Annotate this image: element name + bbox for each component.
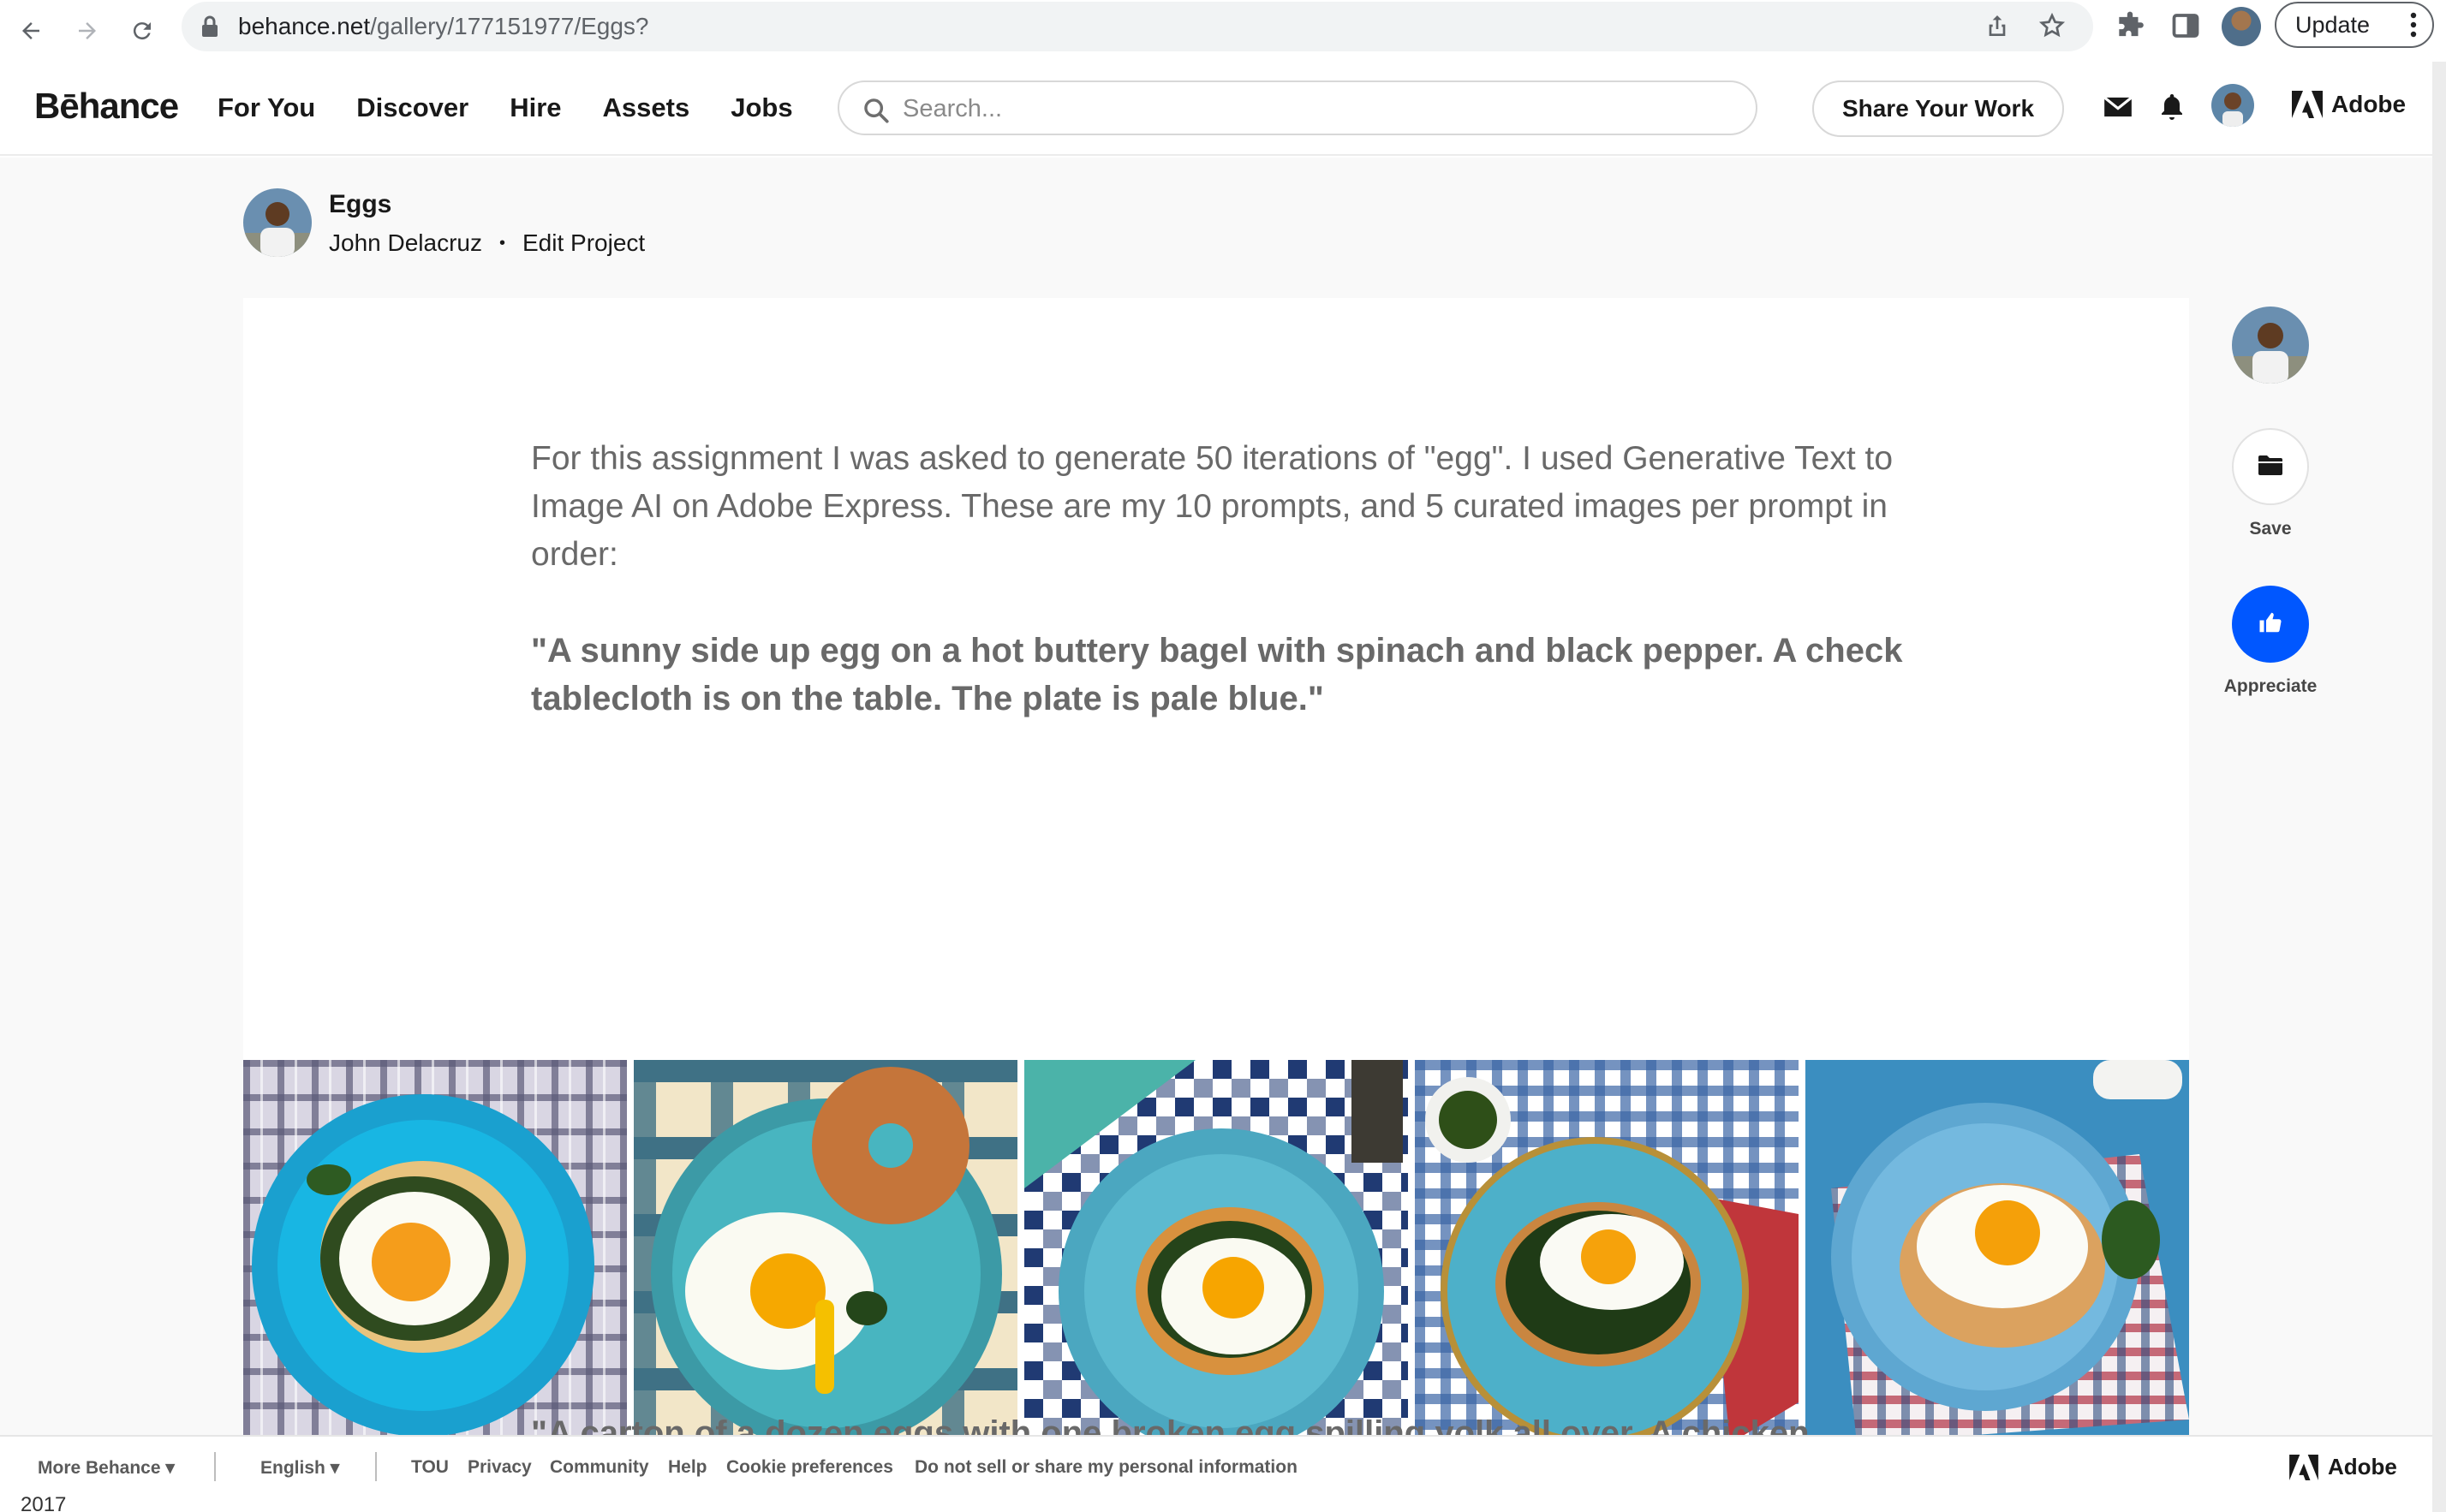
nav-discover[interactable]: Discover [356,92,468,123]
search-box [838,80,1757,135]
adobe-logo[interactable]: Adobe [2292,91,2406,118]
nav-assets[interactable]: Assets [603,92,690,123]
url-text: behance.net/gallery/177151977/Eggs? [238,13,649,39]
more-behance-menu[interactable]: More Behance ▾ [38,1457,175,1479]
update-label: Update [2295,11,2371,38]
image-row [243,1060,2189,1435]
adobe-label: Adobe [2331,91,2407,117]
site-header: Bēhance For You Discover Hire Assets Job… [0,62,2432,156]
owner-name-link[interactable]: John Delacruz [329,229,482,257]
thumbs-up-icon [2258,610,2283,640]
footer-divider [214,1452,216,1481]
footer-link-cookie-preferences[interactable]: Cookie preferences [726,1457,893,1478]
footer-divider [375,1452,377,1481]
more-behance-label: More Behance [38,1458,161,1478]
reload-icon[interactable] [120,9,164,53]
adjacent-window-edge [2432,62,2446,1512]
browser-toolbar: behance.net/gallery/177151977/Eggs? Upda… [0,0,2446,62]
update-button[interactable]: Update [2275,2,2434,48]
appreciate-button[interactable] [2232,586,2309,663]
project-title: Eggs [329,190,392,218]
footer-link-help[interactable]: Help [668,1457,707,1478]
nav-jobs[interactable]: Jobs [731,92,792,123]
messages-icon[interactable] [2102,91,2136,125]
caret-down-icon: ▾ [165,1458,175,1478]
prompt-heading: "A sunny side up egg on a hot buttery ba… [531,632,1903,717]
footer-link-tou[interactable]: TOU [411,1457,449,1478]
share-your-work-button[interactable]: Share Your Work [1812,80,2064,137]
extensions-icon[interactable] [2114,10,2148,45]
notifications-bell-icon[interactable] [2157,91,2191,125]
footer-adobe-logo[interactable]: Adobe [2288,1454,2397,1480]
behance-logo[interactable]: Bēhance [34,86,179,127]
folder-icon [2258,454,2283,480]
main-nav: For You Discover Hire Assets Jobs [218,92,793,123]
nav-hire[interactable]: Hire [510,92,561,123]
egg-image-3[interactable] [1024,1060,1408,1435]
address-bar[interactable]: behance.net/gallery/177151977/Eggs? [182,2,2093,51]
save-label: Save [2249,519,2292,539]
footer-link-do-not-sell[interactable]: Do not sell or share my personal informa… [915,1457,1298,1478]
save-button[interactable] [2232,428,2309,505]
background-window-text: 2017 [21,1493,67,1512]
more-menu-icon[interactable] [2410,12,2417,44]
caret-down-icon: ▾ [330,1458,340,1478]
edit-project-link[interactable]: Edit Project [522,229,645,257]
project-page: Eggs John Delacruz • Edit Project For th… [0,158,2432,1435]
footer-link-community[interactable]: Community [550,1457,649,1478]
side-panel-icon[interactable] [2170,10,2204,45]
forward-icon[interactable] [65,9,110,53]
search-input[interactable] [903,91,1725,127]
footer-link-privacy[interactable]: Privacy [468,1457,532,1478]
egg-image-1[interactable] [243,1060,627,1435]
search-icon [862,96,891,129]
rail-owner-avatar[interactable] [2232,307,2309,384]
back-icon[interactable] [9,9,53,53]
footer-bar: More Behance ▾ English ▾ TOU Privacy Com… [0,1435,2432,1497]
appreciate-label: Appreciate [2223,676,2318,696]
prompt-heading-2: "A carton of a dozen eggs with one broke… [531,1414,1810,1435]
project-description: For this assignment I was asked to gener… [531,440,1894,573]
language-label: English [260,1458,325,1478]
egg-image-5[interactable] [1805,1060,2189,1435]
bookmark-star-icon[interactable] [2038,12,2067,41]
language-menu[interactable]: English ▾ [260,1457,339,1479]
browser-profile-avatar[interactable] [2222,7,2261,46]
share-page-icon[interactable] [1984,12,2013,41]
footer-adobe-label: Adobe [2328,1454,2397,1479]
egg-image-4[interactable] [1415,1060,1799,1435]
lock-icon [200,15,219,43]
egg-image-2[interactable] [634,1060,1017,1435]
nav-for-you[interactable]: For You [218,92,315,123]
owner-line: John Delacruz • Edit Project [329,229,645,257]
owner-avatar[interactable] [243,188,312,257]
project-content: For this assignment I was asked to gener… [243,298,2189,1435]
separator-dot: • [498,233,505,253]
user-avatar[interactable] [2211,84,2254,127]
